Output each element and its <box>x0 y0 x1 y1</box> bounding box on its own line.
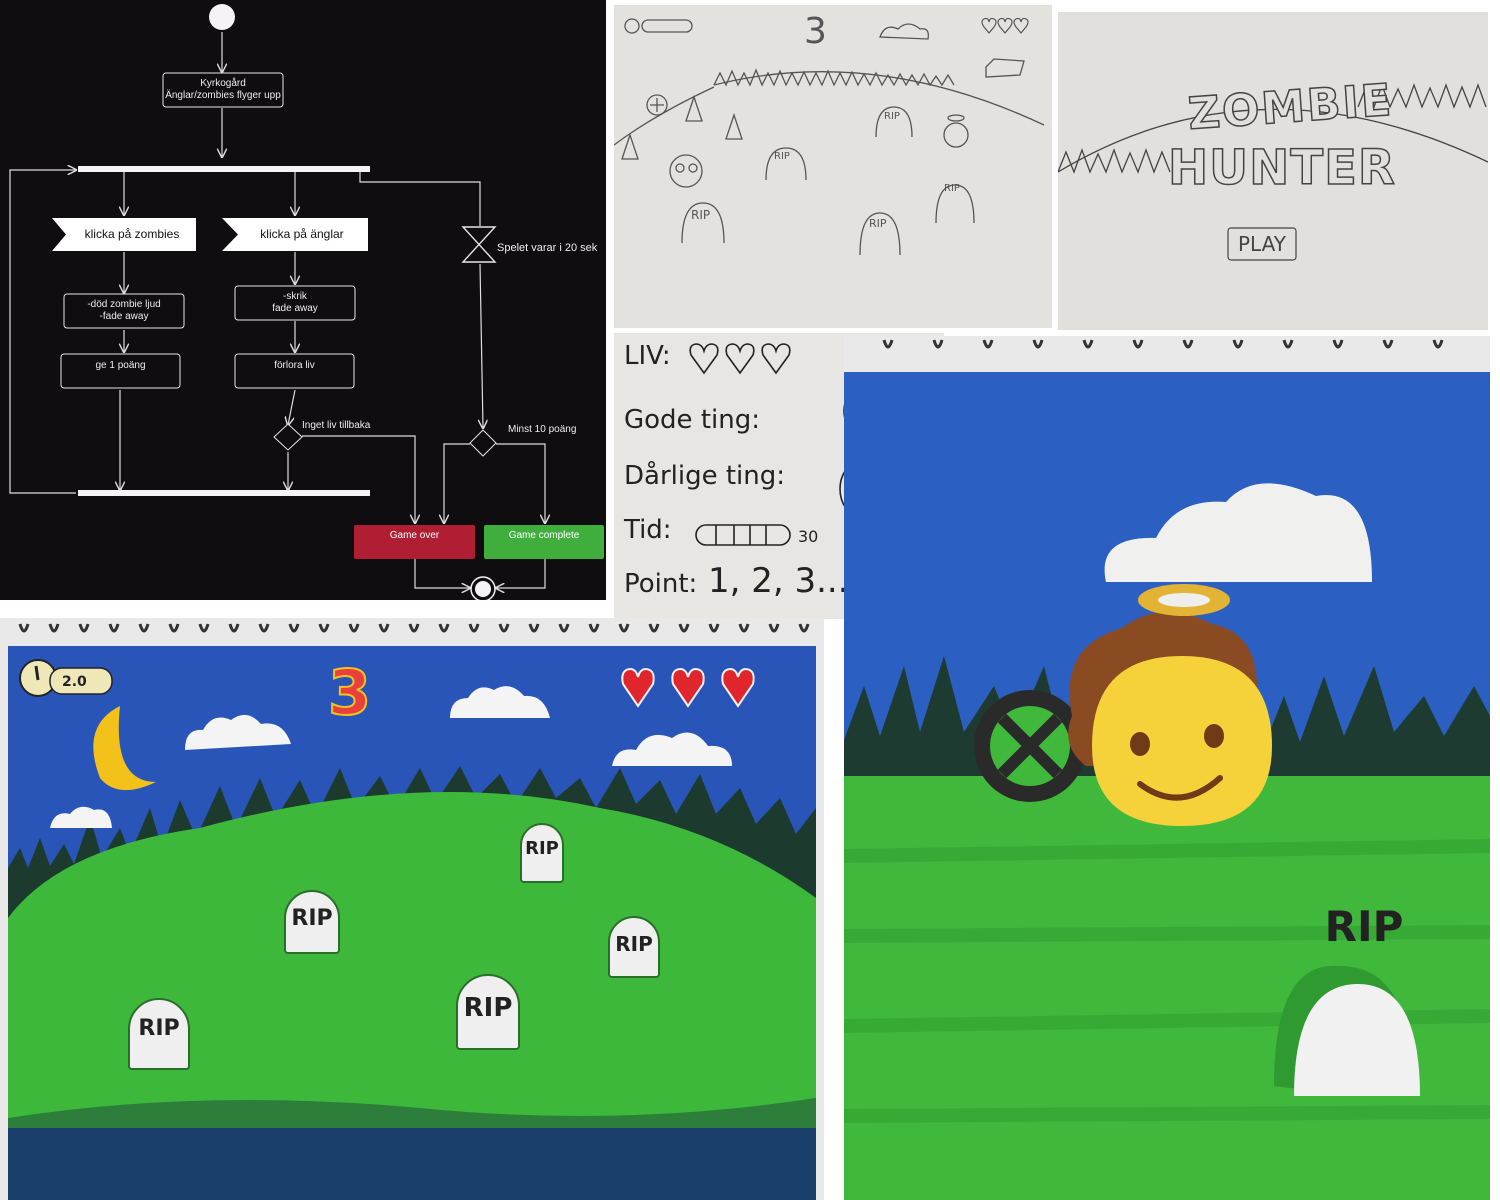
title-play-button[interactable]: PLAY <box>1228 232 1296 256</box>
close-x-icon[interactable] <box>974 690 1086 802</box>
legend-points-label: Point: <box>624 569 698 599</box>
sketch-rip-5: RIP <box>944 183 960 194</box>
initial-node <box>209 4 235 30</box>
angel-life-label: förlora liv <box>274 360 315 371</box>
tombstone-label: RIP <box>291 906 333 932</box>
sketch-rip-3: RIP <box>691 208 711 222</box>
zombie-effect-label: -död zombie ljud -fade away <box>87 299 161 322</box>
tombstone-label: RIP <box>463 992 513 1023</box>
tombstone-label: RIP <box>525 838 559 860</box>
painted-closeup-scene <box>844 336 1490 1200</box>
signal-zombies-label: klicka på zombies <box>84 227 180 241</box>
legend-timer-bar <box>695 524 791 546</box>
start-action-label: Kyrkogård Änglar/zombies flyger upp <box>165 78 281 101</box>
tombstone: RIP <box>520 823 564 883</box>
angel-effect-label: -skrik fade away <box>272 291 318 314</box>
sketch-rip-2: RIP <box>884 111 900 122</box>
legend-hearts <box>689 343 791 375</box>
title-word-hunter: HUNTER <box>1167 139 1396 197</box>
timer-hourglass <box>461 226 497 263</box>
heart-icon <box>671 667 705 708</box>
heart-icon <box>721 667 755 708</box>
decision-min-points <box>469 429 497 457</box>
sketch-rip-4: RIP <box>869 217 887 230</box>
timer-label: Spelet varar i 20 sek <box>497 242 598 254</box>
tombstone-label: RIP <box>138 1015 180 1041</box>
signal-angels-label: klicka på änglar <box>260 227 344 241</box>
sketch-level-number: 3 <box>804 11 827 52</box>
closeup-grass <box>844 776 1490 1200</box>
activity-diagram: Kyrkogård Änglar/zombies flyger upp klic… <box>0 0 606 600</box>
hill <box>8 792 816 1158</box>
tombstone: RIP <box>608 916 660 978</box>
legend-bad-things-label: Dårlige ting: <box>624 461 786 491</box>
ground-dark <box>8 1118 816 1200</box>
guard-min-points-label: Minst 10 poäng <box>508 424 577 435</box>
fork-bar-top <box>78 166 370 172</box>
game-over-label: Game over <box>389 530 440 541</box>
legend-points-value: 1, 2, 3... <box>708 561 849 601</box>
legend-good-things-label: Gode ting: <box>624 405 760 435</box>
game-complete-label: Game complete <box>508 530 580 541</box>
painted-closeup: RIP <box>844 336 1490 1200</box>
painted-timer-value: 2.0 <box>62 674 87 690</box>
heart-icon <box>621 667 655 708</box>
sketch-gameplay: 3 RIP RIP RIP RIP RIP <box>614 5 1052 328</box>
painted-lives <box>621 667 755 708</box>
tombstone: RIP <box>284 890 340 954</box>
painted-gameplay: 2.0 3 RIP RIP RIP RIP RIP <box>0 618 824 1200</box>
legend-time-label: Tid: <box>624 515 672 545</box>
tombstone: RIP <box>456 974 520 1050</box>
tombstone: RIP <box>128 998 190 1070</box>
sketch-title-screen: ZOMBIE HUNTER PLAY <box>1058 12 1488 330</box>
guard-no-life-label: Inget liv tillbaka <box>302 420 371 431</box>
sketch-rip-1: RIP <box>774 151 790 162</box>
legend-time-value: 30 <box>798 527 819 546</box>
zombie-points-label: ge 1 poäng <box>95 360 146 371</box>
join-bar-bottom <box>78 490 370 496</box>
legend-lives-label: LIV: <box>624 341 671 371</box>
painted-level-number: 3 <box>327 655 372 730</box>
closeup-rip-label: RIP <box>1324 902 1404 951</box>
decision-no-life <box>273 423 303 451</box>
sketch-gameplay-drawing <box>614 5 1052 328</box>
tombstone-label: RIP <box>615 931 653 956</box>
